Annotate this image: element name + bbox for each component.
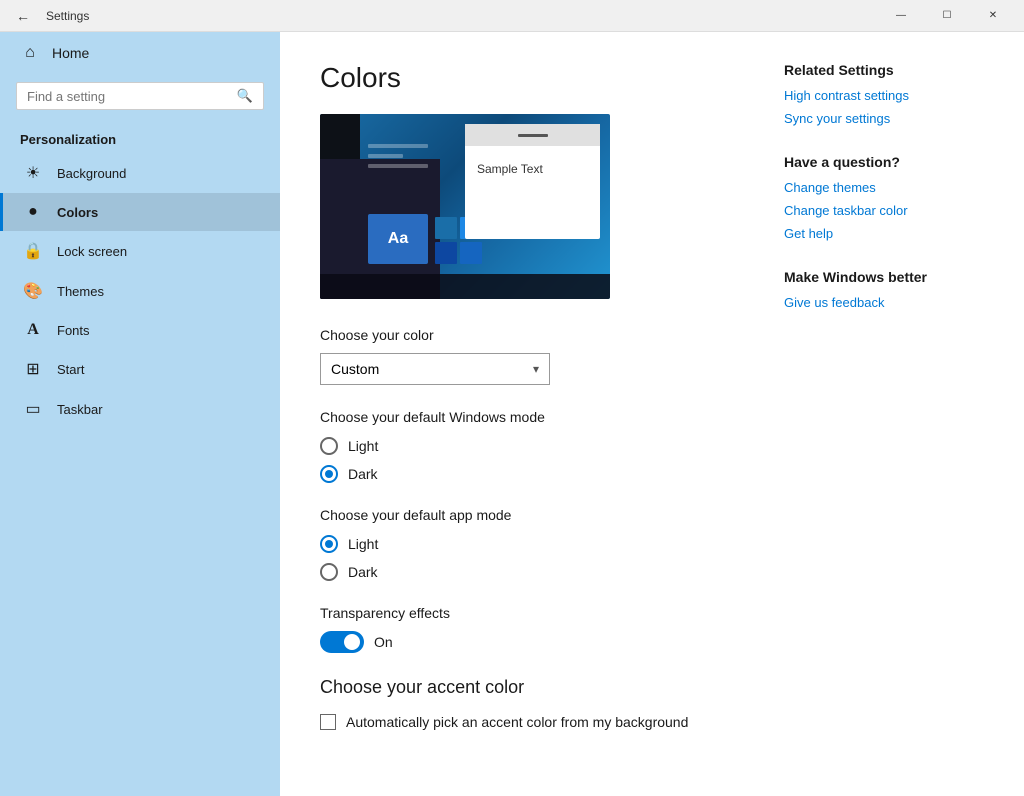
radio-inner xyxy=(325,540,333,548)
preview-taskbar xyxy=(320,274,610,299)
transparency-toggle[interactable] xyxy=(320,631,364,653)
choose-color-label: Choose your color xyxy=(320,327,744,343)
maximize-button[interactable]: ☐ xyxy=(924,0,970,32)
color-preview: Aa Sample Text xyxy=(320,114,610,299)
transparency-state: On xyxy=(374,634,393,650)
sidebar-item-lock-screen[interactable]: 🔒 Lock screen xyxy=(0,231,280,271)
color-dropdown-value: Custom xyxy=(331,361,379,377)
sync-settings-link[interactable]: Sync your settings xyxy=(784,111,984,126)
lock-icon: 🔒 xyxy=(23,241,43,261)
app-mode-dark[interactable]: Dark xyxy=(320,563,744,581)
sidebar-item-home[interactable]: ⌂ Home xyxy=(0,32,280,74)
colors-icon: ● xyxy=(23,203,43,221)
radio-outer xyxy=(320,563,338,581)
color-dropdown[interactable]: Custom ▾ xyxy=(320,353,550,385)
sidebar-item-label: Lock screen xyxy=(57,244,127,259)
sidebar-item-colors[interactable]: ● Colors xyxy=(0,193,280,231)
radio-label: Dark xyxy=(348,564,378,580)
sidebar-item-taskbar[interactable]: ▭ Taskbar xyxy=(0,389,280,429)
background-icon: ☀ xyxy=(23,163,43,183)
change-themes-link[interactable]: Change themes xyxy=(784,180,984,195)
preview-line-3 xyxy=(368,164,428,168)
get-help-link[interactable]: Get help xyxy=(784,226,984,241)
sidebar-item-label: Taskbar xyxy=(57,402,103,417)
app-mode-light[interactable]: Light xyxy=(320,535,744,553)
preview-line-1 xyxy=(368,144,428,148)
radio-outer-selected xyxy=(320,535,338,553)
change-taskbar-link[interactable]: Change taskbar color xyxy=(784,203,984,218)
radio-outer-selected xyxy=(320,465,338,483)
sidebar-item-label: Background xyxy=(57,166,126,181)
preview-aa: Aa xyxy=(368,214,428,264)
windows-mode-group: Choose your default Windows mode Light D… xyxy=(320,409,744,483)
radio-label: Dark xyxy=(348,466,378,482)
preview-window-bar xyxy=(518,134,548,137)
preview-tile-3 xyxy=(435,242,457,264)
accent-checkbox-label: Automatically pick an accent color from … xyxy=(346,714,688,730)
app-title: Settings xyxy=(46,9,878,23)
search-input[interactable] xyxy=(27,89,229,104)
page-title: Colors xyxy=(320,62,744,94)
preview-window: Sample Text xyxy=(465,124,600,239)
themes-icon: 🎨 xyxy=(23,281,43,301)
high-contrast-link[interactable]: High contrast settings xyxy=(784,88,984,103)
question-title: Have a question? xyxy=(784,154,984,170)
sidebar-item-label: Themes xyxy=(57,284,104,299)
preview-tile-1 xyxy=(435,217,457,239)
accent-checkbox[interactable] xyxy=(320,714,336,730)
app-container: ⌂ Home 🔍 Personalization ☀ Background ● … xyxy=(0,32,1024,796)
sidebar-item-themes[interactable]: 🎨 Themes xyxy=(0,271,280,311)
radio-label: Light xyxy=(348,438,378,454)
sidebar-item-background[interactable]: ☀ Background xyxy=(0,153,280,193)
sidebar-item-fonts[interactable]: A Fonts xyxy=(0,311,280,349)
preview-lines xyxy=(368,144,428,174)
close-button[interactable]: ✕ xyxy=(970,0,1016,32)
related-title: Related Settings xyxy=(784,62,984,78)
question-section: Have a question? Change themes Change ta… xyxy=(784,154,984,241)
preview-tile-4 xyxy=(460,242,482,264)
toggle-thumb xyxy=(344,634,360,650)
sidebar-item-label: Start xyxy=(57,362,84,377)
related-settings-section: Related Settings High contrast settings … xyxy=(784,62,984,126)
preview-window-titlebar xyxy=(465,124,600,146)
app-mode-group: Choose your default app mode Light Dark xyxy=(320,507,744,581)
app-mode-label: Choose your default app mode xyxy=(320,507,744,523)
sidebar-home-label: Home xyxy=(52,45,89,61)
content-main: Colors Aa xyxy=(320,62,744,766)
taskbar-icon: ▭ xyxy=(23,399,43,419)
start-icon: ⊞ xyxy=(23,359,43,379)
sidebar-section-title: Personalization xyxy=(0,122,280,153)
window-controls: — ☐ ✕ xyxy=(878,0,1016,32)
minimize-button[interactable]: — xyxy=(878,0,924,32)
preview-sample-text: Sample Text xyxy=(465,146,600,192)
titlebar: ← Settings — ☐ ✕ xyxy=(0,0,1024,32)
transparency-row: Transparency effects On xyxy=(320,605,744,653)
make-better-section: Make Windows better Give us feedback xyxy=(784,269,984,310)
windows-mode-light[interactable]: Light xyxy=(320,437,744,455)
sidebar: ⌂ Home 🔍 Personalization ☀ Background ● … xyxy=(0,32,280,796)
sidebar-item-label: Fonts xyxy=(57,323,90,338)
search-box[interactable]: 🔍 xyxy=(16,82,264,110)
radio-inner xyxy=(325,470,333,478)
radio-label: Light xyxy=(348,536,378,552)
make-better-title: Make Windows better xyxy=(784,269,984,285)
chevron-down-icon: ▾ xyxy=(533,362,539,376)
feedback-link[interactable]: Give us feedback xyxy=(784,295,984,310)
sidebar-item-label: Colors xyxy=(57,205,98,220)
related-settings-sidebar: Related Settings High contrast settings … xyxy=(784,62,984,766)
windows-mode-label: Choose your default Windows mode xyxy=(320,409,744,425)
back-button[interactable]: ← xyxy=(8,1,38,31)
transparency-label: Transparency effects xyxy=(320,605,744,621)
sidebar-item-start[interactable]: ⊞ Start xyxy=(0,349,280,389)
windows-mode-dark[interactable]: Dark xyxy=(320,465,744,483)
radio-outer xyxy=(320,437,338,455)
search-icon: 🔍 xyxy=(237,88,253,104)
content-area: Colors Aa xyxy=(280,32,1024,796)
fonts-icon: A xyxy=(23,321,43,339)
accent-title: Choose your accent color xyxy=(320,677,744,698)
transparency-control: On xyxy=(320,631,744,653)
preview-line-2 xyxy=(368,154,403,158)
accent-checkbox-row: Automatically pick an accent color from … xyxy=(320,714,744,730)
home-icon: ⌂ xyxy=(20,44,40,62)
